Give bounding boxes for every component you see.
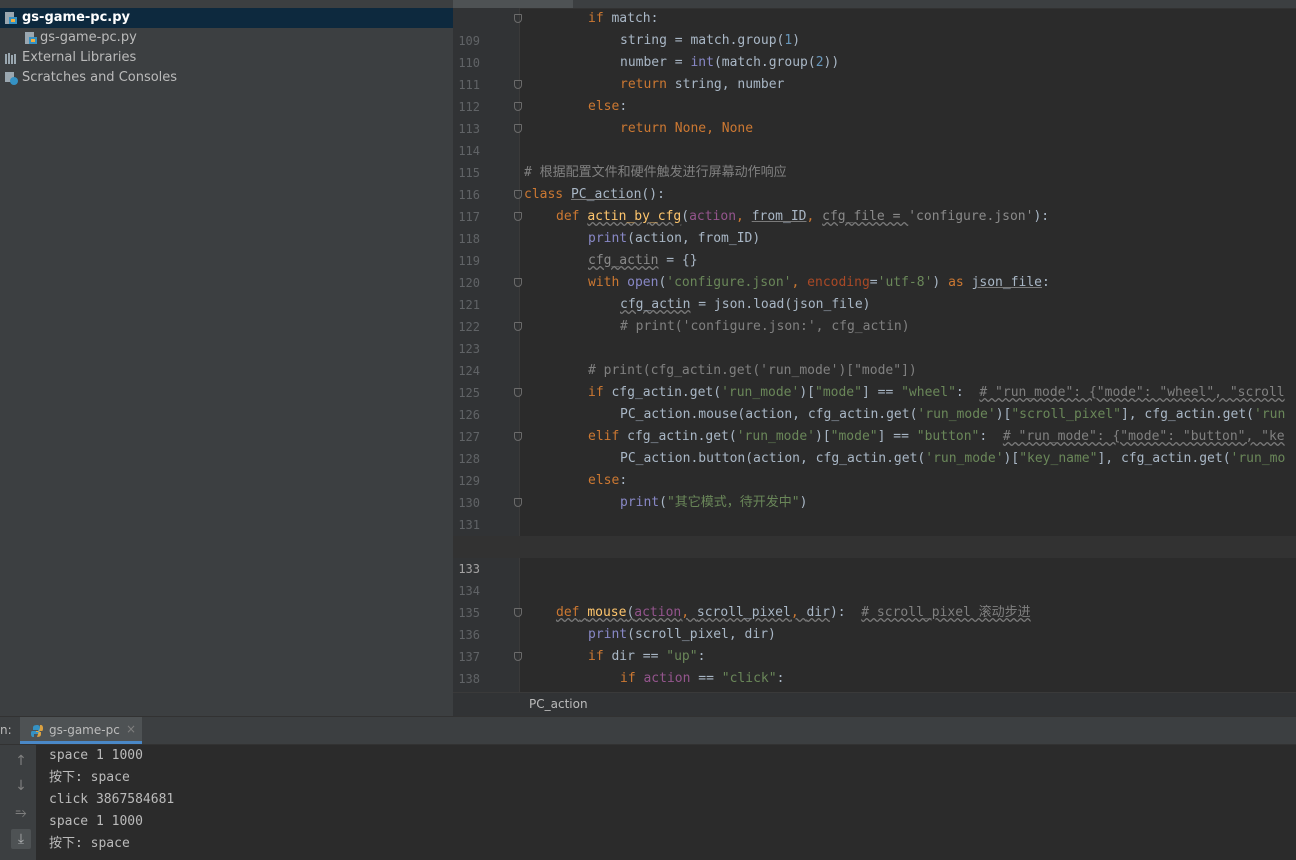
- code-line[interactable]: 128 elif cfg_actin.get('run_mode')["mode…: [453, 426, 1296, 466]
- arrow-down-icon[interactable]: ↓: [11, 776, 31, 796]
- code-line[interactable]: 123 # print('configure.json:', cfg_actin…: [453, 316, 1296, 356]
- code-line[interactable]: 124: [453, 338, 1296, 378]
- fold-marker-icon[interactable]: [514, 102, 522, 111]
- tree-item-external-libraries[interactable]: External Libraries: [0, 48, 453, 68]
- fold-marker-icon[interactable]: [514, 498, 522, 507]
- code-line[interactable]: 135: [453, 580, 1296, 620]
- soft-wrap-icon[interactable]: ⥱: [11, 803, 31, 823]
- console-output-line: 按下: space: [49, 836, 130, 851]
- fold-marker-icon[interactable]: [514, 322, 522, 331]
- run-tool-window: n: gs-game-pc × ↑ ↓ ⥱ ⤓ space 1 1000 按下:…: [0, 716, 1296, 860]
- code-line[interactable]: 134: [453, 558, 1296, 598]
- code-line[interactable]: 119 print(action, from_ID): [453, 228, 1296, 268]
- arrow-up-icon[interactable]: ↑: [11, 751, 31, 771]
- code-line[interactable]: 115: [453, 140, 1296, 180]
- scroll-to-end-icon[interactable]: ⤓: [11, 829, 31, 849]
- breadcrumb[interactable]: PC_action: [529, 697, 588, 711]
- code-editor[interactable]: 109 if match: 110 string = match.group(1…: [453, 0, 1296, 716]
- code-line[interactable]: 130 else:: [453, 470, 1296, 510]
- fold-marker-icon[interactable]: [514, 652, 522, 661]
- fold-marker-icon[interactable]: [514, 190, 522, 199]
- code-line[interactable]: 125 # print(cfg_actin.get('run_mode')["m…: [453, 360, 1296, 400]
- tree-item-project-root[interactable]: gs-game-pc.py: [0, 8, 453, 28]
- project-panel: gs-game-pc.py gs-game-pc.py External Lib…: [0, 0, 453, 716]
- fold-marker-icon[interactable]: [514, 124, 522, 133]
- code-line[interactable]: 139 if action == "click":: [453, 668, 1296, 708]
- code-line-current[interactable]: 133: [453, 536, 1296, 576]
- tree-item-label: External Libraries: [22, 50, 137, 65]
- console-output-line: space 1 1000: [49, 748, 143, 763]
- code-line[interactable]: 116 # 根据配置文件和硬件触发进行屏幕动作响应: [453, 162, 1296, 202]
- fold-marker-icon[interactable]: [514, 608, 522, 617]
- console-output-line: 按下: space: [49, 770, 130, 785]
- tree-item-scratches[interactable]: Scratches and Consoles: [0, 68, 453, 88]
- library-icon: [4, 51, 18, 65]
- run-tool-header: n: gs-game-pc ×: [0, 717, 1296, 745]
- code-line[interactable]: 111 number = int(match.group(2)): [453, 52, 1296, 92]
- code-line[interactable]: 109 if match:: [453, 8, 1296, 48]
- code-line[interactable]: 129 PC_action.button(action, cfg_actin.g…: [453, 448, 1296, 488]
- run-tab[interactable]: gs-game-pc ×: [20, 717, 142, 744]
- code-line[interactable]: 113 else:: [453, 96, 1296, 136]
- tree-item-label: gs-game-pc.py: [22, 10, 131, 25]
- close-icon[interactable]: ×: [126, 722, 136, 736]
- code-line[interactable]: 132: [453, 514, 1296, 554]
- fold-marker-icon[interactable]: [514, 388, 522, 397]
- python-icon: [30, 723, 44, 737]
- tree-item-python-file[interactable]: gs-game-pc.py: [0, 28, 453, 48]
- scratches-icon: [4, 71, 18, 85]
- run-tab-label: gs-game-pc: [49, 723, 120, 737]
- console-output-line: space 1 1000: [49, 814, 143, 829]
- code-line[interactable]: 118 def actin_by_cfg(action, from_ID, cf…: [453, 206, 1296, 246]
- python-file-icon: [24, 31, 38, 45]
- code-line[interactable]: 127 PC_action.mouse(action, cfg_actin.ge…: [453, 404, 1296, 444]
- console-output-line: click 3867584681: [49, 792, 175, 807]
- python-file-icon: [4, 11, 18, 25]
- code-line[interactable]: 122 cfg_actin = json.load(json_file): [453, 294, 1296, 334]
- code-line[interactable]: 137 print(scroll_pixel, dir): [453, 624, 1296, 664]
- code-line[interactable]: 136 def mouse(action, scroll_pixel, dir)…: [453, 602, 1296, 642]
- code-line[interactable]: 138 if dir == "up":: [453, 646, 1296, 686]
- code-line[interactable]: 131 print("其它模式，待开发中"): [453, 492, 1296, 532]
- editor-tab-active[interactable]: [453, 0, 573, 8]
- code-line[interactable]: 112 return string, number: [453, 74, 1296, 114]
- code-line[interactable]: 117 class PC_action():: [453, 184, 1296, 224]
- code-line[interactable]: 110 string = match.group(1): [453, 30, 1296, 70]
- fold-marker-icon[interactable]: [514, 432, 522, 441]
- breadcrumb-bar: PC_action: [453, 692, 1296, 716]
- code-line[interactable]: 126 if cfg_actin.get('run_mode')["mode"]…: [453, 382, 1296, 422]
- fold-marker-icon[interactable]: [514, 80, 522, 89]
- code-line[interactable]: 120 cfg_actin = {}: [453, 250, 1296, 290]
- code-line[interactable]: 121 with open('configure.json', encoding…: [453, 272, 1296, 312]
- fold-marker-icon[interactable]: [514, 212, 522, 221]
- run-label: n:: [0, 723, 12, 737]
- code-line[interactable]: 114 return None, None: [453, 118, 1296, 158]
- tree-item-label: Scratches and Consoles: [22, 70, 178, 85]
- fold-marker-icon[interactable]: [514, 278, 522, 287]
- fold-marker-icon[interactable]: [514, 14, 522, 23]
- run-toolbar: ↑ ↓ ⥱ ⤓: [0, 745, 36, 860]
- tree-item-label: gs-game-pc.py: [40, 30, 137, 45]
